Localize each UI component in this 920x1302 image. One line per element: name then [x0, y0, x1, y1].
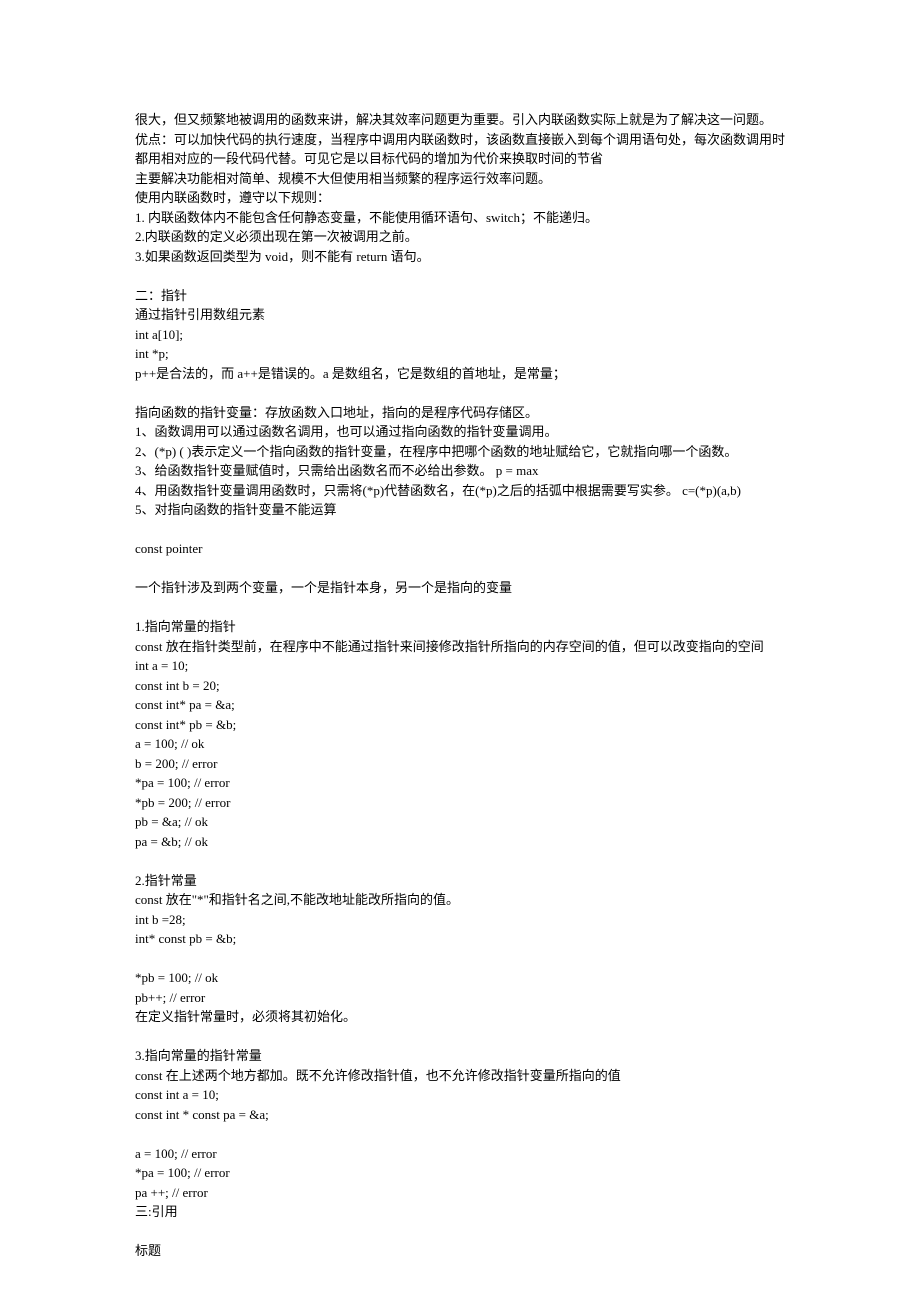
blank-line: [135, 520, 785, 540]
text-line: pb = &a; // ok: [135, 812, 785, 832]
text-line: 一个指针涉及到两个变量，一个是指针本身，另一个是指向的变量: [135, 578, 785, 598]
text-line: a = 100; // ok: [135, 734, 785, 754]
text-line: 二：指针: [135, 286, 785, 306]
text-line: 1. 内联函数体内不能包含任何静态变量，不能使用循环语句、switch；不能递归…: [135, 208, 785, 228]
text-line: b = 200; // error: [135, 754, 785, 774]
blank-line: [135, 851, 785, 871]
text-line: int a = 10;: [135, 656, 785, 676]
text-line: 三:引用: [135, 1202, 785, 1222]
text-line: *pb = 100; // ok: [135, 968, 785, 988]
text-line: 3.如果函数返回类型为 void，则不能有 return 语句。: [135, 247, 785, 267]
text-line: const 放在"*"和指针名之间,不能改地址能改所指向的值。: [135, 890, 785, 910]
blank-line: [135, 1222, 785, 1242]
blank-line: [135, 383, 785, 403]
text-line: 1.指向常量的指针: [135, 617, 785, 637]
text-line: 3、给函数指针变量赋值时，只需给出函数名而不必给出参数。 p = max: [135, 461, 785, 481]
text-line: pa = &b; // ok: [135, 832, 785, 852]
text-line: pb++; // error: [135, 988, 785, 1008]
document-page: 很大，但又频繁地被调用的函数来讲，解决其效率问题更为重要。引入内联函数实际上就是…: [0, 0, 920, 1301]
text-line: a = 100; // error: [135, 1144, 785, 1164]
blank-line: [135, 1124, 785, 1144]
blank-line: [135, 1027, 785, 1047]
text-line: int *p;: [135, 344, 785, 364]
text-line: const int* pb = &b;: [135, 715, 785, 735]
text-line: 使用内联函数时，遵守以下规则：: [135, 188, 785, 208]
text-line: 5、对指向函数的指针变量不能运算: [135, 500, 785, 520]
blank-line: [135, 598, 785, 618]
text-line: const int a = 10;: [135, 1085, 785, 1105]
blank-line: [135, 266, 785, 286]
text-line: const int b = 20;: [135, 676, 785, 696]
blank-line: [135, 949, 785, 969]
text-line: *pb = 200; // error: [135, 793, 785, 813]
text-line: 2.指针常量: [135, 871, 785, 891]
text-line: const 在上述两个地方都加。既不允许修改指针值，也不允许修改指针变量所指向的…: [135, 1066, 785, 1086]
text-line: 优点：可以加快代码的执行速度，当程序中调用内联函数时，该函数直接嵌入到每个调用语…: [135, 130, 785, 169]
text-line: int* const pb = &b;: [135, 929, 785, 949]
text-line: p++是合法的，而 a++是错误的。a 是数组名，它是数组的首地址，是常量；: [135, 364, 785, 384]
text-line: *pa = 100; // error: [135, 773, 785, 793]
text-line: 2.内联函数的定义必须出现在第一次被调用之前。: [135, 227, 785, 247]
blank-line: [135, 559, 785, 579]
text-line: pa ++; // error: [135, 1183, 785, 1203]
text-line: const int* pa = &a;: [135, 695, 785, 715]
text-line: 很大，但又频繁地被调用的函数来讲，解决其效率问题更为重要。引入内联函数实际上就是…: [135, 110, 785, 130]
text-line: int b =28;: [135, 910, 785, 930]
text-line: 指向函数的指针变量：存放函数入口地址，指向的是程序代码存储区。: [135, 403, 785, 423]
text-line: 4、用函数指针变量调用函数时，只需将(*p)代替函数名，在(*p)之后的括弧中根…: [135, 481, 785, 501]
text-line: 标题: [135, 1241, 785, 1261]
text-line: 主要解决功能相对简单、规模不大但使用相当频繁的程序运行效率问题。: [135, 169, 785, 189]
text-line: 1、函数调用可以通过函数名调用，也可以通过指向函数的指针变量调用。: [135, 422, 785, 442]
text-line: const 放在指针类型前，在程序中不能通过指针来间接修改指针所指向的内存空间的…: [135, 637, 785, 657]
text-line: int a[10];: [135, 325, 785, 345]
text-line: 3.指向常量的指针常量: [135, 1046, 785, 1066]
text-line: const pointer: [135, 539, 785, 559]
text-line: const int * const pa = &a;: [135, 1105, 785, 1125]
text-line: *pa = 100; // error: [135, 1163, 785, 1183]
text-line: 2、(*p) ( )表示定义一个指向函数的指针变量，在程序中把哪个函数的地址赋给…: [135, 442, 785, 462]
text-line: 通过指针引用数组元素: [135, 305, 785, 325]
text-line: 在定义指针常量时，必须将其初始化。: [135, 1007, 785, 1027]
